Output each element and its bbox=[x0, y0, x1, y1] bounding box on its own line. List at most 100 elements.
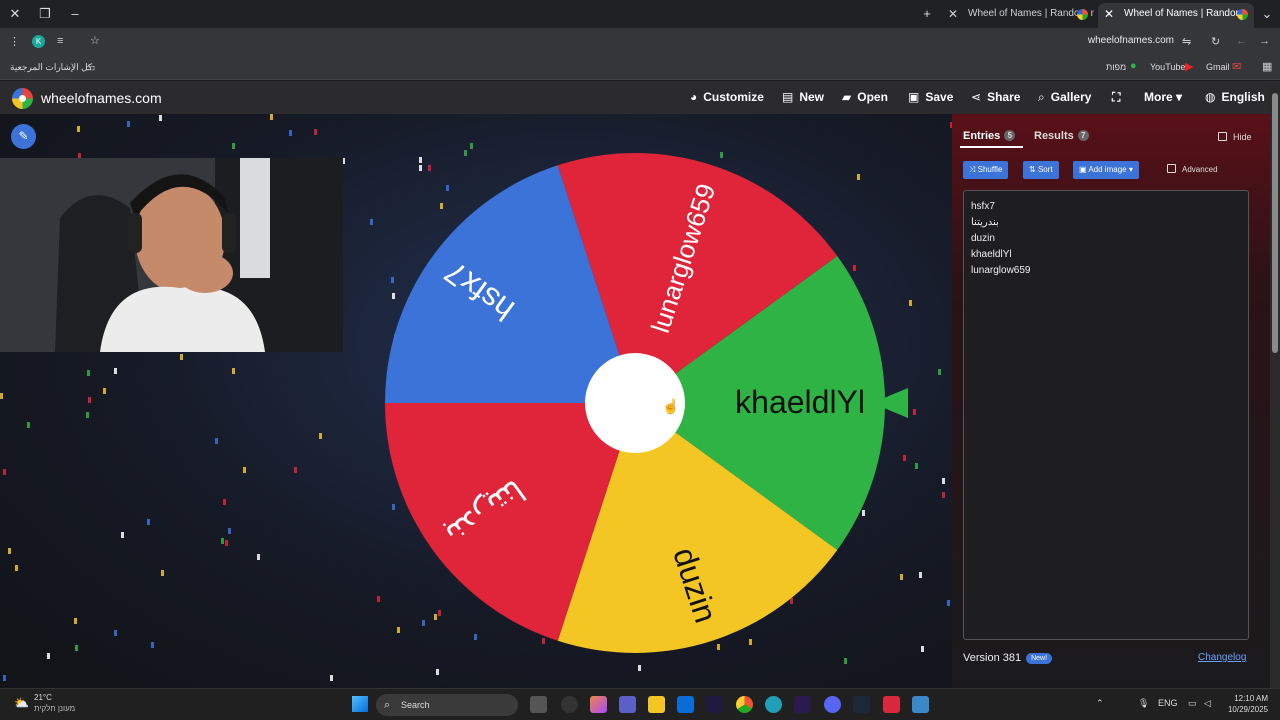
task-view-icon[interactable] bbox=[530, 696, 547, 713]
tab-search-icon[interactable]: ⌄ bbox=[1258, 5, 1276, 23]
share-button[interactable]: ⋖ Share bbox=[971, 90, 1020, 104]
new-button[interactable]: ▤ New bbox=[782, 90, 824, 104]
app-icon-red[interactable] bbox=[883, 696, 900, 713]
file-explorer-icon[interactable] bbox=[648, 696, 665, 713]
confetti-piece bbox=[121, 532, 124, 538]
folder-open-icon: ▰ bbox=[842, 90, 852, 104]
gallery-button[interactable]: ⌕ Gallery bbox=[1038, 90, 1091, 105]
youtube-bookmark[interactable]: YouTube bbox=[1150, 62, 1185, 72]
advanced-checkbox[interactable] bbox=[1167, 164, 1176, 173]
url-field[interactable]: wheelofnames.com bbox=[1088, 35, 1174, 46]
app-icon-blue[interactable] bbox=[912, 696, 929, 713]
confetti-piece bbox=[270, 114, 273, 120]
windows-start-icon[interactable] bbox=[352, 696, 368, 712]
taskbar-clock[interactable]: 12:10 AM 10/29/2025 bbox=[1222, 693, 1268, 715]
bookmark-star-icon[interactable]: ☆ bbox=[90, 34, 100, 47]
add-image-button[interactable]: ▣ Add image ▾ bbox=[1073, 161, 1139, 179]
language-button[interactable]: ◍ English bbox=[1205, 90, 1265, 104]
customize-button[interactable]: ◕ Customize bbox=[690, 90, 764, 104]
shuffle-button[interactable]: ⤨ Shuffle bbox=[963, 161, 1009, 179]
site-settings-icon[interactable]: ⇋ bbox=[1182, 35, 1191, 48]
youtube-icon: ▶ bbox=[1185, 61, 1194, 73]
confetti-piece bbox=[947, 600, 950, 606]
gmail-bookmark[interactable]: Gmail bbox=[1206, 62, 1230, 72]
all-bookmarks-link[interactable]: كل الإشارات المرجعية bbox=[10, 62, 92, 73]
restore-window-icon[interactable]: ❐ bbox=[36, 5, 54, 23]
confetti-piece bbox=[161, 570, 164, 576]
page-scrollbar[interactable] bbox=[1270, 81, 1280, 688]
new-tab-icon[interactable]: + bbox=[918, 5, 936, 23]
confetti-piece bbox=[228, 528, 231, 534]
tab-entries[interactable]: Entries 5 bbox=[963, 130, 1016, 142]
entries-textarea[interactable]: hsfx7 بندريتنا duzin khaeldlYl lunarglow… bbox=[963, 190, 1249, 640]
discord-icon[interactable] bbox=[824, 696, 841, 713]
confetti-piece bbox=[87, 370, 90, 376]
maps-bookmark[interactable]: מפות bbox=[1106, 62, 1126, 72]
scrollbar-thumb[interactable] bbox=[1272, 93, 1278, 353]
sort-button[interactable]: ⇅ Sort bbox=[1023, 161, 1059, 179]
browser-tab-active[interactable]: ✕ Wheel of Names | Random bbox=[1098, 3, 1254, 28]
save-button[interactable]: ▣ Save bbox=[908, 90, 953, 104]
confetti-piece bbox=[88, 397, 91, 403]
new-badge: New! bbox=[1026, 653, 1053, 664]
tab-results[interactable]: Results 7 bbox=[1034, 130, 1089, 142]
site-name[interactable]: wheelofnames.com bbox=[41, 90, 162, 106]
after-effects-icon[interactable] bbox=[706, 696, 723, 713]
steam-icon[interactable] bbox=[853, 696, 870, 713]
confetti-piece bbox=[294, 467, 297, 473]
confetti-piece bbox=[103, 388, 106, 394]
partly-cloudy-icon: ⛅ bbox=[14, 696, 29, 710]
advanced-toggle[interactable]: Advanced bbox=[1167, 164, 1218, 174]
reading-list-icon[interactable]: ≡ bbox=[57, 35, 63, 47]
wheel-logo-icon[interactable] bbox=[12, 88, 33, 109]
menu-dots-icon[interactable]: ⋮ bbox=[9, 35, 20, 48]
hide-checkbox[interactable] bbox=[1218, 132, 1227, 141]
palette-icon: ◕ bbox=[690, 90, 698, 104]
minimize-window-icon[interactable]: – bbox=[66, 5, 84, 23]
chrome-icon[interactable] bbox=[736, 696, 753, 713]
profile-avatar[interactable]: K bbox=[32, 35, 45, 48]
edit-pencil-button[interactable]: ✎ bbox=[11, 124, 36, 149]
save-icon: ▣ bbox=[908, 90, 920, 104]
edge-icon[interactable] bbox=[765, 696, 782, 713]
close-window-icon[interactable]: ✕ bbox=[6, 5, 24, 23]
share-icon: ⋖ bbox=[971, 90, 982, 104]
confetti-piece bbox=[232, 143, 235, 149]
version-label: Version 381 New! bbox=[963, 652, 1053, 664]
premiere-icon[interactable] bbox=[794, 696, 811, 713]
back-icon[interactable]: ← bbox=[1236, 35, 1247, 47]
hide-toggle[interactable]: Hide bbox=[1218, 132, 1252, 142]
confetti-piece bbox=[909, 300, 912, 306]
network-icon[interactable]: ▭ bbox=[1188, 698, 1197, 709]
reload-icon[interactable]: ↻ bbox=[1211, 35, 1220, 48]
microphone-icon[interactable]: 🎙 bbox=[1138, 698, 1149, 709]
forward-icon[interactable]: → bbox=[1259, 35, 1270, 47]
more-button[interactable]: More ▾ bbox=[1144, 90, 1182, 104]
confetti-piece bbox=[223, 499, 226, 505]
shuffle-icon: ⤨ bbox=[969, 165, 976, 174]
confetti-piece bbox=[75, 645, 78, 651]
close-tab-icon[interactable]: ✕ bbox=[948, 3, 958, 25]
store-icon[interactable] bbox=[677, 696, 694, 713]
fullscreen-button[interactable]: ⛶ bbox=[1112, 90, 1120, 105]
copilot-icon[interactable] bbox=[590, 696, 607, 713]
confetti-piece bbox=[225, 540, 228, 546]
close-tab-icon[interactable]: ✕ bbox=[1104, 3, 1114, 25]
open-button[interactable]: ▰ Open bbox=[842, 90, 888, 104]
changelog-link[interactable]: Changelog bbox=[1198, 652, 1246, 663]
caret-down-icon: ▾ bbox=[1176, 90, 1183, 104]
teams-icon[interactable] bbox=[619, 696, 636, 713]
language-indicator[interactable]: ENG bbox=[1158, 698, 1178, 708]
volume-icon[interactable]: ◁ bbox=[1204, 698, 1211, 709]
taskbar-search[interactable]: ⌕ Search bbox=[376, 694, 518, 716]
app-icon[interactable] bbox=[561, 696, 578, 713]
name-wheel[interactable]: khaeldlYlduzinبندريتناhsfx7 lunarglow659 bbox=[382, 150, 888, 656]
confetti-piece bbox=[232, 368, 235, 374]
browser-tab[interactable]: ✕ Wheel of Names | Random nam bbox=[942, 3, 1094, 28]
confetti-piece bbox=[942, 478, 945, 484]
tray-chevron-icon[interactable]: ⌃ bbox=[1096, 698, 1104, 709]
confetti-piece bbox=[221, 538, 224, 544]
confetti-piece bbox=[114, 630, 117, 636]
apps-grid-icon[interactable]: ▦ bbox=[1262, 60, 1272, 73]
wheel-favicon-icon bbox=[1077, 9, 1088, 20]
